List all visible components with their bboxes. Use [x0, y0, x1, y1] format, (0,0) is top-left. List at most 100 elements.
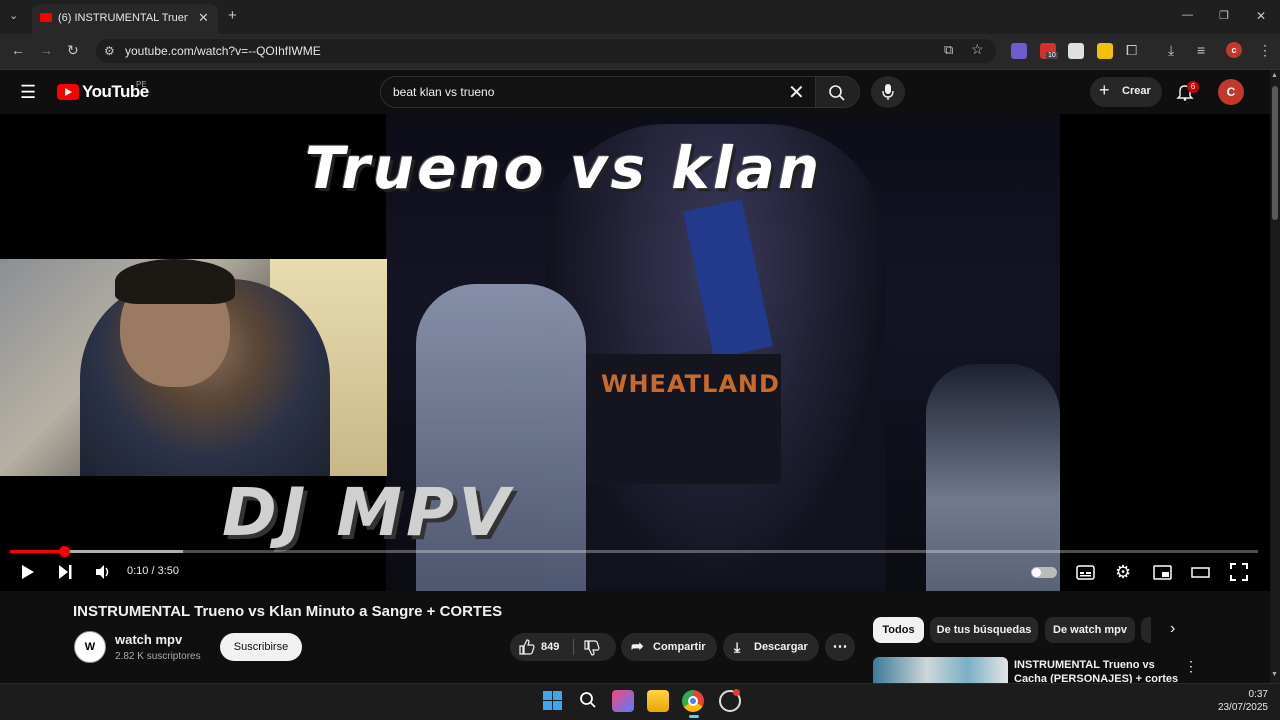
site-info-icon[interactable]: ⚙ — [104, 43, 115, 59]
create-button[interactable]: + Crear — [1090, 77, 1162, 107]
cast-icon[interactable]: ⧉ — [944, 42, 953, 58]
scrubber-handle[interactable] — [59, 546, 70, 557]
clock-date: 23/07/2025 — [1217, 702, 1268, 713]
webcam-overlay — [0, 259, 387, 476]
share-label: Compartir — [653, 641, 706, 653]
video-player[interactable]: WHEATLAND Trueno vs klan DJ MPV 0:10 / 3… — [0, 114, 1270, 591]
extension-3-icon[interactable] — [1068, 43, 1084, 59]
extension-badge: 10 — [1046, 52, 1058, 59]
autoplay-toggle[interactable] — [1031, 567, 1057, 578]
scroll-up-arrow-icon[interactable]: ▲ — [1271, 72, 1278, 79]
media-controls-icon[interactable]: ≡ — [1197, 42, 1205, 58]
voice-search-button[interactable] — [871, 76, 905, 108]
settings-gear-icon[interactable]: ⚙ — [1115, 562, 1131, 583]
search-icon — [829, 85, 845, 101]
progress-bar[interactable] — [10, 550, 1258, 553]
video-title: INSTRUMENTAL Trueno vs Klan Minuto a San… — [73, 603, 503, 620]
downloads-icon[interactable]: ⤓ — [1168, 42, 1174, 58]
plus-icon: + — [1099, 80, 1110, 100]
file-explorer-icon[interactable] — [647, 690, 669, 712]
minimize-button[interactable]: — — [1182, 7, 1193, 23]
windows-taskbar — [0, 683, 1280, 720]
more-actions-button[interactable]: ⋯ — [825, 633, 855, 661]
tab-close-icon[interactable]: ✕ — [198, 10, 209, 26]
share-arrow-icon: ➦ — [631, 638, 644, 655]
profile-avatar[interactable]: c — [1226, 42, 1242, 58]
extensions-puzzle-icon[interactable]: ⧠ — [1126, 42, 1137, 58]
reload-icon[interactable]: ↻ — [67, 42, 79, 58]
dislike-thumb-icon[interactable] — [584, 640, 600, 656]
scrollbar-thumb[interactable] — [1272, 86, 1278, 220]
clear-search-icon[interactable]: ✕ — [788, 80, 805, 105]
webcam-hair — [115, 259, 235, 304]
crowd-figure — [926, 364, 1060, 591]
maximize-button[interactable]: ❐ — [1219, 8, 1229, 24]
recommendation-menu-icon[interactable]: ⋮ — [1184, 658, 1198, 675]
download-button[interactable]: ⤓ Descargar — [723, 633, 819, 661]
scroll-down-arrow-icon[interactable]: ▼ — [1271, 671, 1278, 678]
video-overlay-title: Trueno vs klan — [305, 134, 823, 202]
chips-next-chevron-icon[interactable]: › — [1170, 620, 1175, 638]
time-display: 0:10 / 3:50 — [127, 565, 179, 577]
search-query-text: beat klan vs trueno — [393, 85, 495, 99]
fullscreen-icon[interactable] — [1230, 563, 1248, 581]
hamburger-menu-icon[interactable]: ☰ — [20, 82, 36, 103]
forward-arrow-icon[interactable]: → — [39, 42, 53, 58]
chip-todos[interactable]: Todos — [873, 617, 924, 643]
miniplayer-icon[interactable] — [1153, 565, 1172, 580]
like-thumb-icon[interactable] — [519, 639, 535, 655]
tab-title: (6) INSTRUMENTAL Trueno vs Kl — [58, 12, 188, 24]
system-clock[interactable]: 0:37 23/07/2025 — [1218, 688, 1268, 714]
theater-mode-icon[interactable] — [1191, 567, 1210, 578]
extension-4-icon[interactable] — [1097, 43, 1113, 59]
url-text[interactable]: youtube.com/watch?v=--QOIhfIWME — [125, 44, 321, 58]
window-close-button[interactable]: ✕ — [1256, 8, 1266, 24]
like-dislike-group: 849 — [510, 633, 616, 661]
tab-search-icon[interactable]: ⌄ — [9, 8, 18, 24]
youtube-logo-icon[interactable] — [57, 84, 79, 100]
subscriber-count: 2.82 K suscriptores — [115, 651, 201, 662]
search-button[interactable] — [816, 76, 860, 108]
channel-name[interactable]: watch mpv — [115, 632, 182, 647]
create-label: Crear — [1122, 85, 1151, 97]
share-button[interactable]: ➦ Compartir — [621, 633, 717, 661]
play-icon[interactable] — [20, 564, 36, 580]
recommendation-thumbnail[interactable] — [873, 657, 1008, 683]
clock-time: 0:37 — [1248, 689, 1268, 700]
subtitles-icon[interactable] — [1076, 565, 1095, 580]
region-code: PE — [136, 80, 147, 89]
recommendation-title[interactable]: INSTRUMENTAL Trueno vs Cacha (PERSONAJES… — [1014, 658, 1179, 684]
subscribe-button[interactable]: Suscribirse — [220, 633, 302, 661]
account-avatar[interactable]: C — [1218, 79, 1244, 105]
progress-played — [10, 550, 64, 553]
chrome-taskbar-icon[interactable] — [682, 690, 704, 712]
taskbar-search-icon[interactable] — [579, 691, 597, 709]
browser-tab-bar: ⌄ (6) INSTRUMENTAL Trueno vs Kl ✕ + — ❐ … — [0, 0, 1280, 34]
like-divider — [573, 639, 574, 655]
windows-start-icon[interactable] — [542, 690, 564, 712]
chip-from-channel[interactable]: De watch mpv — [1045, 617, 1135, 643]
shirt-logo-text: WHEATLAND — [601, 370, 780, 398]
browser-tab[interactable]: (6) INSTRUMENTAL Trueno vs Kl ✕ — [32, 4, 218, 34]
back-arrow-icon[interactable]: ← — [11, 42, 25, 58]
microphone-icon — [882, 84, 894, 100]
bookmark-star-icon[interactable]: ☆ — [971, 41, 984, 57]
download-label: Descargar — [754, 641, 808, 653]
channel-avatar[interactable]: W — [74, 631, 106, 663]
chip-from-searches[interactable]: De tus búsquedas — [930, 617, 1038, 643]
extension-1-icon[interactable] — [1011, 43, 1027, 59]
volume-icon[interactable] — [94, 563, 112, 581]
chip-partial — [1141, 617, 1151, 643]
taskbar-app-icon[interactable] — [612, 690, 634, 712]
taskbar-notification-dot — [733, 689, 740, 696]
like-count[interactable]: 849 — [541, 633, 559, 661]
browser-menu-icon[interactable]: ⋮ — [1258, 42, 1272, 58]
next-video-icon[interactable] — [57, 564, 73, 580]
notification-count-badge: 6 — [1187, 81, 1199, 93]
youtube-favicon-icon — [40, 13, 52, 22]
video-overlay-signature: DJ MPV — [222, 474, 514, 551]
new-tab-button[interactable]: + — [228, 8, 237, 24]
active-app-indicator — [689, 715, 699, 718]
download-icon: ⤓ — [734, 639, 741, 655]
search-input[interactable]: beat klan vs trueno ✕ — [380, 76, 816, 108]
